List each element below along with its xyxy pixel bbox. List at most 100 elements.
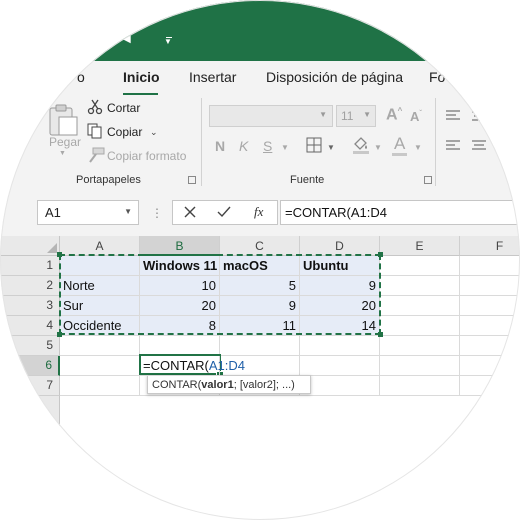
column-header-c[interactable]: C [220, 236, 300, 256]
cell-b1[interactable]: Windows 11 [140, 256, 220, 276]
cell-a5[interactable] [60, 336, 140, 356]
cell-f2[interactable] [460, 276, 520, 296]
column-header-a[interactable]: A [60, 236, 140, 256]
name-box-chevron-icon[interactable]: ▼ [124, 207, 132, 216]
cell-a2[interactable]: Norte [60, 276, 140, 296]
cell-d5[interactable] [300, 336, 380, 356]
formula-bar-handle-icon[interactable]: ⋮ [151, 206, 163, 220]
paste-label[interactable]: Pegar [49, 135, 81, 149]
cell-d3[interactable]: 20 [300, 296, 380, 316]
align-left-icon[interactable] [445, 139, 461, 153]
cell-d2[interactable]: 9 [300, 276, 380, 296]
quick-access-arrow-icon[interactable]: ◀ [123, 34, 131, 45]
cell-e6[interactable] [380, 356, 460, 376]
paste-chevron-icon[interactable]: ▼ [59, 150, 66, 157]
cell-f1[interactable] [460, 256, 520, 276]
copy-button[interactable]: Copiar [107, 125, 142, 139]
cell-a4[interactable]: Occidente [60, 316, 140, 336]
copy-chevron-icon[interactable]: ⌄ [150, 127, 158, 138]
borders-icon[interactable] [306, 137, 322, 153]
scissors-icon[interactable] [87, 99, 103, 115]
cell-c3[interactable]: 9 [220, 296, 300, 316]
cell-b4[interactable]: 8 [140, 316, 220, 336]
cell-e5[interactable] [380, 336, 460, 356]
cell-c5[interactable] [220, 336, 300, 356]
cell-e3[interactable] [380, 296, 460, 316]
clipboard-launcher-icon[interactable] [188, 176, 196, 184]
underline-chevron-icon[interactable]: ▼ [281, 143, 289, 152]
format-painter-icon[interactable] [87, 147, 105, 163]
cut-button[interactable]: Cortar [107, 101, 140, 115]
cell-d6[interactable] [300, 356, 380, 376]
bold-button[interactable]: N [215, 138, 225, 154]
font-name-select[interactable]: ▼ [209, 105, 333, 127]
cell-b5[interactable] [140, 336, 220, 356]
row-header-6[interactable]: 6 [0, 356, 60, 376]
fill-color-icon[interactable] [351, 135, 371, 155]
row-header-1[interactable]: 1 [0, 256, 60, 276]
name-box[interactable]: A1 ▼ [37, 200, 139, 225]
cell-f6[interactable] [460, 356, 520, 376]
x-icon[interactable] [184, 206, 196, 218]
align-center-icon[interactable] [471, 139, 487, 153]
row-header-2[interactable]: 2 [0, 276, 60, 296]
tab-formulas[interactable]: Fo [429, 69, 445, 85]
font-color-button[interactable]: A [394, 134, 405, 154]
shrink-font-icon[interactable]: Aˇ [410, 109, 422, 124]
insert-function-button[interactable]: fx [254, 204, 263, 220]
cell-e2[interactable] [380, 276, 460, 296]
tab-file[interactable]: o [77, 69, 85, 85]
cell-f5[interactable] [460, 336, 520, 356]
cell-d4[interactable]: 14 [300, 316, 380, 336]
row-header-3[interactable]: 3 [0, 296, 60, 316]
cell-e7[interactable] [380, 376, 460, 396]
column-header-e[interactable]: E [380, 236, 460, 256]
cell-f7[interactable] [460, 376, 520, 396]
cell-a1[interactable] [60, 256, 140, 276]
cell-c1[interactable]: macOS [220, 256, 300, 276]
cell-b6-editing[interactable]: =CONTAR(A1:D4 [140, 356, 245, 376]
tooltip-arg-current[interactable]: valor1 [201, 379, 233, 391]
cell-b2[interactable]: 10 [140, 276, 220, 296]
tooltip-function[interactable]: CONTAR( [152, 379, 201, 391]
align-top-icon[interactable] [445, 109, 461, 123]
tab-disposicion[interactable]: Disposición de página [266, 69, 403, 85]
font-color-chevron-icon[interactable]: ▼ [414, 143, 422, 152]
column-header-f[interactable]: F [460, 236, 520, 256]
row-header-7[interactable]: 7 [0, 376, 60, 396]
grow-font-icon[interactable]: A^ [386, 106, 402, 124]
column-header-b[interactable]: B [140, 236, 220, 256]
borders-chevron-icon[interactable]: ▼ [327, 143, 335, 152]
formula-input[interactable]: =CONTAR(A1:D4 [280, 200, 520, 225]
fill-color-chevron-icon[interactable]: ▼ [374, 143, 382, 152]
copy-icon[interactable] [87, 123, 103, 139]
copy-format-button[interactable]: Copiar formato [107, 149, 186, 163]
row-header-4[interactable]: 4 [0, 316, 60, 336]
tab-inicio[interactable]: Inicio [123, 69, 160, 85]
cell-d7[interactable] [300, 376, 380, 396]
italic-button[interactable]: K [239, 138, 248, 154]
select-all-corner[interactable] [0, 236, 60, 256]
range-handle-top-left[interactable] [57, 252, 62, 257]
cell-c2[interactable]: 5 [220, 276, 300, 296]
cell-e4[interactable] [380, 316, 460, 336]
check-icon[interactable] [217, 206, 231, 218]
font-launcher-icon[interactable] [424, 176, 432, 184]
underline-button[interactable]: S [263, 138, 272, 154]
cell-d1[interactable]: Ubuntu [300, 256, 380, 276]
cell-b3[interactable]: 20 [140, 296, 220, 316]
cell-a6[interactable] [60, 356, 140, 376]
range-handle-top-right[interactable] [378, 252, 383, 257]
align-middle-icon[interactable] [471, 109, 487, 123]
column-header-d[interactable]: D [300, 236, 380, 256]
empty-grid-area[interactable] [60, 396, 520, 520]
range-handle-bottom-right[interactable] [378, 332, 383, 337]
cell-e1[interactable] [380, 256, 460, 276]
cell-a3[interactable]: Sur [60, 296, 140, 316]
paste-icon[interactable] [46, 103, 80, 137]
row-header-5[interactable]: 5 [0, 336, 60, 356]
font-size-select[interactable]: 11 ▼ [336, 105, 376, 127]
cell-a7[interactable] [60, 376, 140, 396]
cell-c4[interactable]: 11 [220, 316, 300, 336]
range-handle-bottom-left[interactable] [57, 332, 62, 337]
